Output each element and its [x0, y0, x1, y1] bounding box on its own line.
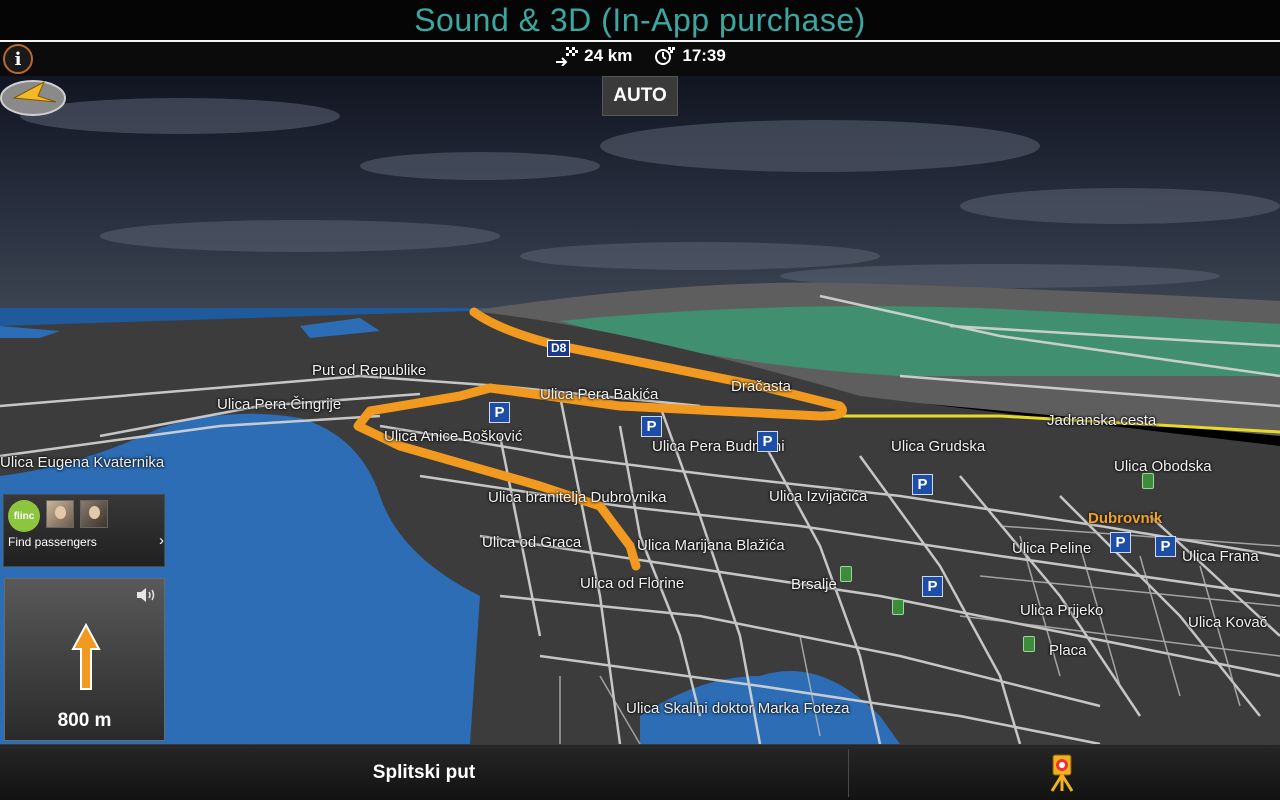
- status-bar: i 24 km 17:39: [0, 40, 1280, 76]
- street-label: Brsalje: [791, 576, 837, 593]
- speed-camera-icon[interactable]: [1040, 751, 1084, 795]
- next-maneuver-panel[interactable]: 800 m: [4, 578, 165, 741]
- street-label: Ulica Kovač: [1188, 614, 1268, 631]
- maneuver-distance: 800 m: [57, 710, 112, 731]
- street-label: Ulica Pera Bakića: [540, 386, 659, 403]
- bottom-bar: Splitski put: [0, 744, 1280, 800]
- street-label: Ulica Grudska: [891, 438, 986, 455]
- avatar: [80, 500, 108, 528]
- street-label: Jadranska cesta: [1047, 412, 1157, 429]
- parking-icon: P: [912, 474, 933, 495]
- avatar: [46, 500, 74, 528]
- parking-icon: P: [757, 431, 778, 452]
- parking-icon: P: [489, 402, 510, 423]
- distance-remaining-icon: [556, 47, 579, 66]
- divider: [848, 749, 849, 797]
- poi-icon: [1023, 636, 1035, 652]
- street-label: Ulica Anice Bošković: [384, 428, 523, 445]
- street-label: Ulica od Florine: [580, 575, 685, 592]
- current-street: Splitski put: [372, 762, 476, 783]
- find-passengers-label: Find passengers: [8, 535, 97, 549]
- arrival-time: 17:39: [682, 46, 726, 65]
- map-canvas: [0, 76, 1280, 744]
- street-label: Ulica Frana: [1182, 548, 1259, 565]
- street-label: Ulica Eugena Kvaternika: [0, 454, 165, 471]
- trip-summary: 24 km 17:39: [0, 46, 1280, 66]
- promo-banner[interactable]: Sound & 3D (In-App purchase): [0, 0, 1280, 40]
- sound-icon[interactable]: [136, 587, 156, 603]
- arrival-time-icon: [655, 47, 676, 65]
- street-label: Ulica od Graca: [482, 534, 582, 551]
- find-passengers-panel[interactable]: flinc Find passengers ›: [3, 494, 165, 567]
- parking-icon: P: [1155, 536, 1176, 557]
- poi-icon: [1142, 473, 1154, 489]
- parking-icon: P: [922, 576, 943, 597]
- street-label: Dračasta: [731, 378, 792, 395]
- parking-icon: P: [1110, 532, 1131, 553]
- road-shield-d8: D8: [547, 340, 571, 357]
- city-label: Dubrovnik: [1088, 510, 1163, 527]
- street-label: Ulica Prijeko: [1020, 602, 1104, 619]
- street-label: Ulica Skalini doktor Marka Foteza: [626, 700, 850, 717]
- poi-icon: [840, 566, 852, 582]
- street-label: Ulica Peline: [1012, 540, 1092, 557]
- street-label: Ulica Pera Čingrije: [217, 396, 342, 413]
- parking-icon: P: [641, 416, 662, 437]
- street-label: Put od Republike: [312, 362, 427, 379]
- poi-icon: [892, 599, 904, 615]
- chevron-right-icon: ›: [159, 532, 164, 549]
- promo-title: Sound & 3D (In-App purchase): [414, 1, 866, 38]
- arrow-up-icon: [71, 623, 101, 690]
- auto-mode-button[interactable]: AUTO: [602, 76, 678, 116]
- flinc-logo-icon: flinc: [8, 500, 40, 532]
- street-label: Ulica Marijana Blažića: [637, 537, 785, 554]
- street-label: Ulica branitelja Dubrovnika: [488, 489, 667, 506]
- map-view[interactable]: AUTO D8 Put od Republike Ulica Pera Čing…: [0, 76, 1280, 744]
- street-label: Placa: [1049, 642, 1087, 659]
- distance-remaining: 24 km: [584, 46, 633, 65]
- current-position-icon: [0, 80, 66, 116]
- street-label: Ulica Izvijačića: [769, 488, 868, 505]
- street-label: Ulica Obodska: [1114, 458, 1212, 475]
